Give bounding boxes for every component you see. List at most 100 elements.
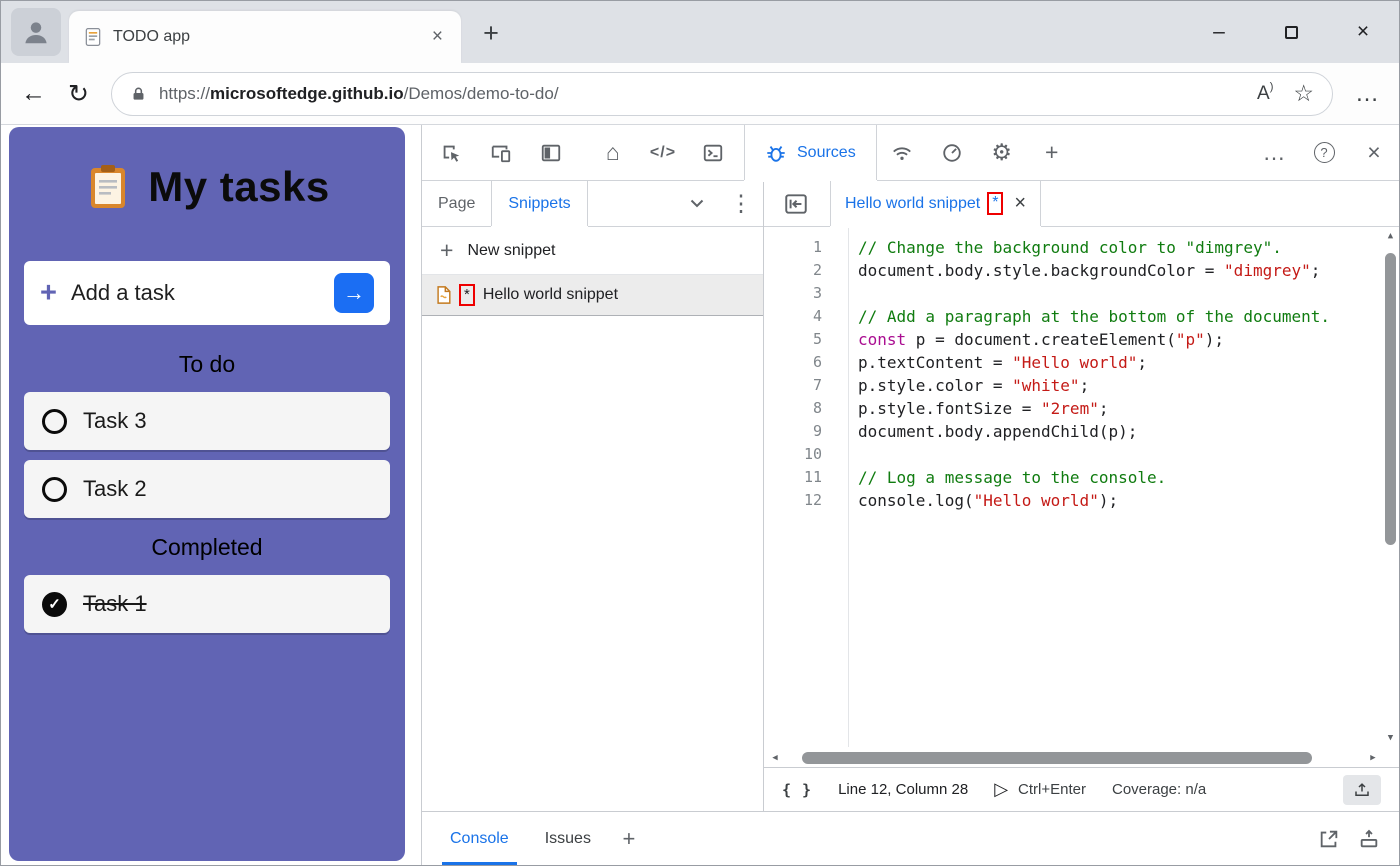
- tab-performance[interactable]: [927, 125, 977, 180]
- device-emulation-button[interactable]: [476, 125, 526, 180]
- tab-elements[interactable]: </>: [638, 125, 688, 180]
- task-label: Task 3: [83, 408, 147, 434]
- deploy-button[interactable]: [1343, 775, 1381, 805]
- code-line[interactable]: 5const p = document.createElement("p");: [764, 328, 1399, 351]
- read-aloud-button[interactable]: A): [1257, 83, 1273, 105]
- horizontal-scrollbar-thumb[interactable]: [802, 752, 1312, 764]
- browser-tab[interactable]: TODO app ×: [69, 11, 461, 63]
- task-item[interactable]: Task 2: [24, 460, 390, 518]
- code-line[interactable]: 6p.textContent = "Hello world";: [764, 351, 1399, 374]
- tab-sources[interactable]: Sources: [744, 125, 877, 180]
- task-checkbox[interactable]: [42, 477, 67, 502]
- address-bar[interactable]: https://microsoftedge.github.io/Demos/de…: [111, 72, 1333, 116]
- inspect-element-button[interactable]: [426, 125, 476, 180]
- dock-panel-button[interactable]: [526, 125, 576, 180]
- line-number[interactable]: 11: [764, 466, 844, 489]
- add-task-input[interactable]: [71, 280, 320, 306]
- editor-status-bar: { } Line 12, Column 28 ▷ Ctrl+Enter Cove…: [764, 767, 1399, 811]
- line-number[interactable]: 8: [764, 397, 844, 420]
- drawer-add-tab-button[interactable]: +: [609, 812, 649, 865]
- line-number[interactable]: 4: [764, 305, 844, 328]
- vertical-scrollbar[interactable]: ▲ ▼: [1382, 227, 1399, 747]
- line-number[interactable]: 9: [764, 420, 844, 443]
- back-button[interactable]: ←: [21, 79, 46, 108]
- line-number[interactable]: 12: [764, 489, 844, 512]
- code-line[interactable]: 7p.style.color = "white";: [764, 374, 1399, 397]
- editor-tab-close-icon[interactable]: ×: [1014, 192, 1026, 215]
- add-tools-button[interactable]: +: [1027, 125, 1077, 180]
- code-editor[interactable]: 1// Change the background color to "dimg…: [764, 227, 1399, 767]
- code-text: [844, 443, 858, 466]
- code-line[interactable]: 4// Add a paragraph at the bottom of the…: [764, 305, 1399, 328]
- app-title: My tasks: [148, 163, 329, 211]
- line-number[interactable]: 10: [764, 443, 844, 466]
- read-aloud-icon: A: [1257, 83, 1270, 105]
- devtools-menu-button[interactable]: …: [1249, 125, 1299, 180]
- code-line[interactable]: 11// Log a message to the console.: [764, 466, 1399, 489]
- kebab-icon: ⋮: [730, 190, 753, 217]
- line-number[interactable]: 5: [764, 328, 844, 351]
- profile-avatar[interactable]: [11, 8, 61, 56]
- show-navigator-button[interactable]: [774, 181, 818, 226]
- drawer-tab-console[interactable]: Console: [442, 812, 517, 865]
- console-icon: [702, 142, 724, 164]
- devtools-close-button[interactable]: ×: [1349, 125, 1399, 180]
- scroll-left-icon[interactable]: ◀: [766, 749, 784, 767]
- todo-section-heading: To do: [24, 351, 390, 378]
- code-text: // Add a paragraph at the bottom of the …: [844, 305, 1330, 328]
- more-tabs-button[interactable]: [675, 181, 719, 226]
- read-aloud-mark-icon: ): [1270, 81, 1274, 93]
- code-line[interactable]: 1// Change the background color to "dimg…: [764, 236, 1399, 259]
- new-tab-button[interactable]: +: [475, 17, 507, 49]
- scroll-down-icon[interactable]: ▼: [1382, 729, 1399, 747]
- tab-close-icon[interactable]: ×: [428, 26, 447, 48]
- line-number[interactable]: 7: [764, 374, 844, 397]
- page-content: My tasks + → To do Task 3 Task 2 Complet…: [1, 125, 1399, 865]
- code-line[interactable]: 8p.style.fontSize = "2rem";: [764, 397, 1399, 420]
- code-line[interactable]: 10: [764, 443, 1399, 466]
- tab-welcome[interactable]: ⌂: [588, 125, 638, 180]
- help-button[interactable]: ?: [1299, 125, 1349, 180]
- minimize-button[interactable]: –: [1183, 1, 1255, 63]
- tab-page[interactable]: Page: [422, 181, 491, 226]
- line-number[interactable]: 3: [764, 282, 844, 305]
- snippet-list-item[interactable]: * Hello world snippet: [422, 275, 763, 316]
- expand-drawer-button[interactable]: [1349, 812, 1389, 865]
- scroll-up-icon[interactable]: ▲: [1382, 227, 1399, 245]
- code-line[interactable]: 9document.body.appendChild(p);: [764, 420, 1399, 443]
- dock-side-icon: [540, 142, 562, 164]
- line-number[interactable]: 2: [764, 259, 844, 282]
- run-snippet-icon[interactable]: ▷: [994, 779, 1008, 800]
- home-icon: ⌂: [606, 139, 620, 166]
- vertical-scrollbar-thumb[interactable]: [1385, 253, 1396, 545]
- code-text: console.log("Hello world");: [844, 489, 1118, 512]
- line-number[interactable]: 1: [764, 236, 844, 259]
- favorites-star-button[interactable]: ☆: [1293, 80, 1314, 107]
- code-line[interactable]: 3: [764, 282, 1399, 305]
- maximize-button[interactable]: [1255, 1, 1327, 63]
- drawer-tab-issues[interactable]: Issues: [537, 812, 599, 865]
- code-text: [844, 282, 858, 305]
- tab-network[interactable]: [877, 125, 927, 180]
- task-item-completed[interactable]: ✓ Task 1: [24, 575, 390, 633]
- close-window-button[interactable]: ×: [1327, 1, 1399, 63]
- tab-snippets[interactable]: Snippets: [491, 181, 587, 226]
- format-braces-button[interactable]: { }: [782, 781, 812, 799]
- scroll-right-icon[interactable]: ▶: [1364, 749, 1382, 767]
- tab-console-panel[interactable]: [688, 125, 738, 180]
- task-item[interactable]: Task 3: [24, 392, 390, 450]
- horizontal-scrollbar[interactable]: ◀ ▶: [764, 749, 1382, 767]
- code-line[interactable]: 2document.body.style.backgroundColor = "…: [764, 259, 1399, 282]
- task-checkbox-checked[interactable]: ✓: [42, 592, 67, 617]
- new-snippet-button[interactable]: + New snippet: [422, 227, 763, 275]
- navigator-menu-button[interactable]: ⋮: [719, 181, 763, 226]
- add-task-submit-button[interactable]: →: [334, 273, 374, 313]
- browser-menu-button[interactable]: …: [1355, 80, 1379, 108]
- refresh-button[interactable]: ↻: [68, 79, 89, 109]
- settings-gear-button[interactable]: ⚙: [977, 125, 1027, 180]
- pop-out-button[interactable]: [1309, 812, 1349, 865]
- editor-tab[interactable]: Hello world snippet * ×: [830, 181, 1041, 226]
- line-number[interactable]: 6: [764, 351, 844, 374]
- task-checkbox[interactable]: [42, 409, 67, 434]
- code-line[interactable]: 12console.log("Hello world");: [764, 489, 1399, 512]
